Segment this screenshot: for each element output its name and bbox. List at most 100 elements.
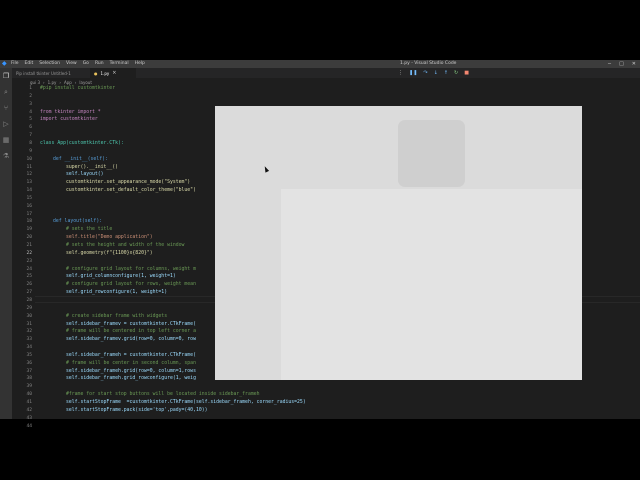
line-number: 16 [26,203,32,209]
line-number: 13 [26,180,32,186]
line-number: 5 [29,117,32,123]
source-control-icon[interactable]: ⑂ [2,104,10,112]
close-window-icon[interactable]: ✕ [632,60,636,68]
code-line[interactable]: self.geometry(f"{1100}x{820}") [66,251,153,257]
code-line[interactable]: customtkinter.set_appearance_mode("Syste… [66,180,190,186]
window-title: 1.py - Visual Studio Code [400,61,457,66]
breadcrumb-item[interactable]: 1.py [48,79,57,86]
code-line[interactable]: self.sidebar_frameh.grid(row=0, column=1… [66,369,196,375]
code-line[interactable]: # create sidebar frame with widgets [66,314,167,320]
code-line[interactable]: import customtkinter [40,117,98,123]
vscode-logo-icon: ◆ [2,60,7,67]
code-line[interactable]: self.layout() [66,172,104,178]
code-line[interactable]: # frame will be center in second column,… [66,361,196,367]
breadcrumb: gui 3 › 1.py › App › layout [30,79,92,86]
step-out-icon[interactable]: ↑ [444,69,448,77]
code-line[interactable]: # sets the title [66,227,112,233]
line-number: 11 [26,164,32,170]
debug-toolbar: ⋮ ❚❚ ↷ ↓ ↑ ↻ ■ [398,69,469,77]
demo-application-window [215,106,582,380]
testing-icon[interactable]: ⚗ [2,152,10,160]
code-line[interactable]: self.sidebar_framev = customtkinter.CTkF… [66,322,196,328]
activity-bar: ❐ ⌕ ⑂ ▷ ▦ ⚗ [0,68,12,419]
line-number: 33 [26,337,32,343]
line-number: 38 [26,376,32,382]
code-line[interactable]: super().__init__() [66,165,118,171]
line-number: 4 [29,109,32,115]
code-line[interactable]: # frame will be centered in top left cor… [66,329,196,335]
line-number: 26 [26,282,32,288]
breadcrumb-item[interactable]: gui 3 [30,79,40,86]
code-line[interactable]: def __init__(self): [53,157,108,163]
code-line[interactable]: class App(customtkinter.CTk): [40,141,124,147]
pause-icon[interactable]: ❚❚ [409,69,417,77]
line-number: 32 [26,329,32,335]
code-line[interactable]: customtkinter.set_default_color_theme("b… [66,188,196,194]
code-line[interactable]: self.startStopFrame.pack(side='top',pady… [66,408,208,414]
menu-item-run[interactable]: Run [95,60,104,68]
line-number: 43 [26,415,32,421]
line-number: 27 [26,290,32,296]
line-number: 39 [26,384,32,390]
line-number: 9 [29,148,32,154]
line-number: 7 [29,133,32,139]
line-number: 19 [26,227,32,233]
close-tab-icon[interactable]: × [112,70,116,76]
line-number: 23 [26,258,32,264]
step-into-icon[interactable]: ↓ [434,69,438,77]
editor-tabs: Pip install tkinter Untitled-1 ● 1.py × [12,68,640,78]
code-line[interactable]: self.sidebar_frameh.grid_rowconfigure(1,… [66,376,196,382]
tab-label: Pip install tkinter Untitled-1 [16,70,71,76]
minimize-icon[interactable]: ─ [608,60,611,68]
line-number: 40 [26,392,32,398]
line-number: 14 [26,188,32,194]
run-debug-icon[interactable]: ▷ [2,120,10,128]
code-line[interactable]: self.startStopFrame =customtkinter.CTkFr… [66,400,306,406]
maximize-icon[interactable]: □ [619,60,624,68]
drag-handle-icon[interactable]: ⋮ [398,69,403,77]
stop-icon[interactable]: ■ [464,69,469,77]
menu-item-terminal[interactable]: Terminal [110,60,129,68]
menu-item-help[interactable]: Help [135,60,145,68]
line-number: 3 [29,101,32,107]
line-number: 36 [26,360,32,366]
code-line[interactable]: def layout(self): [53,219,102,225]
code-line[interactable]: self.sidebar_frameh = customtkinter.CTkF… [66,353,196,359]
tab-untitled[interactable]: Pip install tkinter Untitled-1 [12,68,88,78]
tab-label: 1.py [100,70,110,76]
extensions-icon[interactable]: ▦ [2,136,10,144]
search-icon[interactable]: ⌕ [2,88,10,96]
start-stop-frame [398,120,465,187]
code-line[interactable]: from tkinter import * [40,110,101,116]
code-line[interactable]: #pip install customtkinter [40,86,115,92]
main-frame [281,189,582,380]
code-line[interactable]: self.grid_columnconfigure(1, weight=1) [66,274,176,280]
code-line[interactable]: # sets the height and width of the windo… [66,243,184,249]
menu-item-selection[interactable]: Selection [39,60,60,68]
code-line[interactable]: self.sidebar_framev.grid(row=0, column=0… [66,337,196,343]
line-number: 15 [26,195,32,201]
line-number: 8 [29,140,32,146]
breadcrumb-item[interactable]: App [64,79,72,86]
menu-item-edit[interactable]: Edit [25,60,34,68]
code-line[interactable]: #frame for start stop buttons will be lo… [66,392,260,398]
line-number: 28 [26,297,32,303]
code-line[interactable]: # configure grid layout for columns, wei… [66,267,196,273]
line-number: 35 [26,352,32,358]
menu-item-go[interactable]: Go [83,60,89,68]
explorer-icon[interactable]: ❐ [2,72,10,80]
step-over-icon[interactable]: ↷ [423,69,427,77]
restart-icon[interactable]: ↻ [454,69,458,77]
code-line[interactable]: self.grid_rowconfigure(1, weight=1) [66,290,167,296]
python-file-icon: ● [94,70,98,76]
line-number: 18 [26,219,32,225]
line-number: 29 [26,305,32,311]
tab-1-py[interactable]: ● 1.py × [90,68,136,78]
menu-item-view[interactable]: View [66,60,77,68]
code-line[interactable]: # configure grid layout for rows, weight… [66,282,196,288]
menu-item-file[interactable]: File [11,60,19,68]
breadcrumb-separator-icon: › [43,80,45,85]
breadcrumb-item[interactable]: layout [79,79,91,86]
line-number: 34 [26,345,32,351]
code-line[interactable]: self.title("Demo application") [66,235,153,241]
